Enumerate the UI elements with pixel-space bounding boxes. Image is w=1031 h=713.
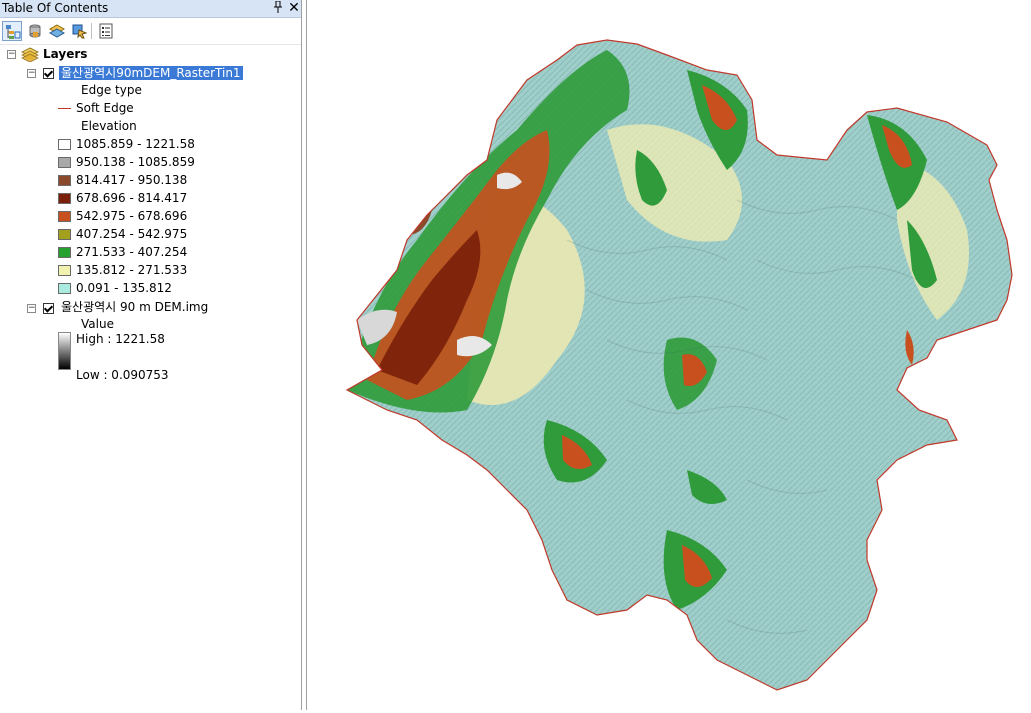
elevation-class-label: 1085.859 - 1221.58 <box>76 137 195 151</box>
elevation-class-swatch[interactable] <box>58 265 71 276</box>
elevation-class-swatch[interactable] <box>58 283 71 294</box>
close-icon[interactable]: ✕ <box>288 0 300 16</box>
low-value-label: Low : 0.090753 <box>76 368 169 382</box>
list-by-visibility-button[interactable] <box>47 21 67 41</box>
elevation-class-swatch[interactable] <box>58 211 71 222</box>
elevation-heading: Elevation <box>81 119 137 133</box>
map-view[interactable] <box>307 0 1031 710</box>
list-by-selection-icon <box>72 24 87 39</box>
soft-edge-symbol[interactable] <box>58 108 71 109</box>
elevation-class-label: 0.091 - 135.812 <box>76 281 172 295</box>
soft-edge-label: Soft Edge <box>76 101 134 115</box>
list-by-visibility-icon <box>49 24 65 38</box>
elevation-class-label: 950.138 - 1085.859 <box>76 155 195 169</box>
high-value-label: High : 1221.58 <box>76 332 165 346</box>
terrain-render <box>347 40 1012 690</box>
dem-map[interactable] <box>307 0 1031 710</box>
elevation-class-label: 542.975 - 678.696 <box>76 209 188 223</box>
list-by-drawing-order-icon <box>6 25 21 39</box>
layers-root-label[interactable]: Layers <box>43 46 87 63</box>
layers-collapse-toggle[interactable]: − <box>7 50 16 59</box>
table-of-contents-panel: Table Of Contents ✕ − Layers − 울산광역시90mD… <box>0 0 301 710</box>
dem-layer-label[interactable]: 울산광역시 90 m DEM.img <box>61 299 208 316</box>
toc-toolbar <box>0 18 301 45</box>
elevation-class-swatch[interactable] <box>58 247 71 258</box>
tin-layer-collapse-toggle[interactable]: − <box>27 69 36 78</box>
elevation-class-swatch[interactable] <box>58 139 71 150</box>
elevation-class-swatch[interactable] <box>58 175 71 186</box>
edge-type-heading: Edge type <box>81 83 142 97</box>
layers-icon <box>21 47 39 62</box>
options-icon <box>99 23 113 39</box>
title-bar: Table Of Contents ✕ <box>0 0 301 18</box>
elevation-class-label: 271.533 - 407.254 <box>76 245 188 259</box>
elevation-class-swatch[interactable] <box>58 193 71 204</box>
list-by-source-button[interactable] <box>25 21 45 41</box>
panel-title: Table Of Contents <box>2 1 109 15</box>
grayscale-ramp-symbol[interactable] <box>58 332 71 370</box>
tin-layer-visibility-checkbox[interactable] <box>43 68 54 79</box>
elevation-class-label: 407.254 - 542.975 <box>76 227 188 241</box>
elevation-class-label: 814.417 - 950.138 <box>76 173 188 187</box>
elevation-class-swatch[interactable] <box>58 229 71 240</box>
list-by-selection-button[interactable] <box>69 21 89 41</box>
elevation-class-label: 135.812 - 271.533 <box>76 263 188 277</box>
dem-layer-visibility-checkbox[interactable] <box>43 303 54 314</box>
list-by-source-icon <box>29 24 41 38</box>
dem-layer-collapse-toggle[interactable]: − <box>27 304 36 313</box>
elevation-class-label: 678.696 - 814.417 <box>76 191 188 205</box>
list-by-drawing-order-button[interactable] <box>2 21 22 41</box>
pin-icon[interactable] <box>272 0 284 15</box>
elevation-class-swatch[interactable] <box>58 157 71 168</box>
tin-layer-label[interactable]: 울산광역시90mDEM_RasterTin1 <box>59 66 243 80</box>
tin-layer-name[interactable]: 울산광역시90mDEM_RasterTin1 <box>59 65 243 82</box>
toolbar-separator <box>91 23 92 39</box>
options-button[interactable] <box>96 21 116 41</box>
